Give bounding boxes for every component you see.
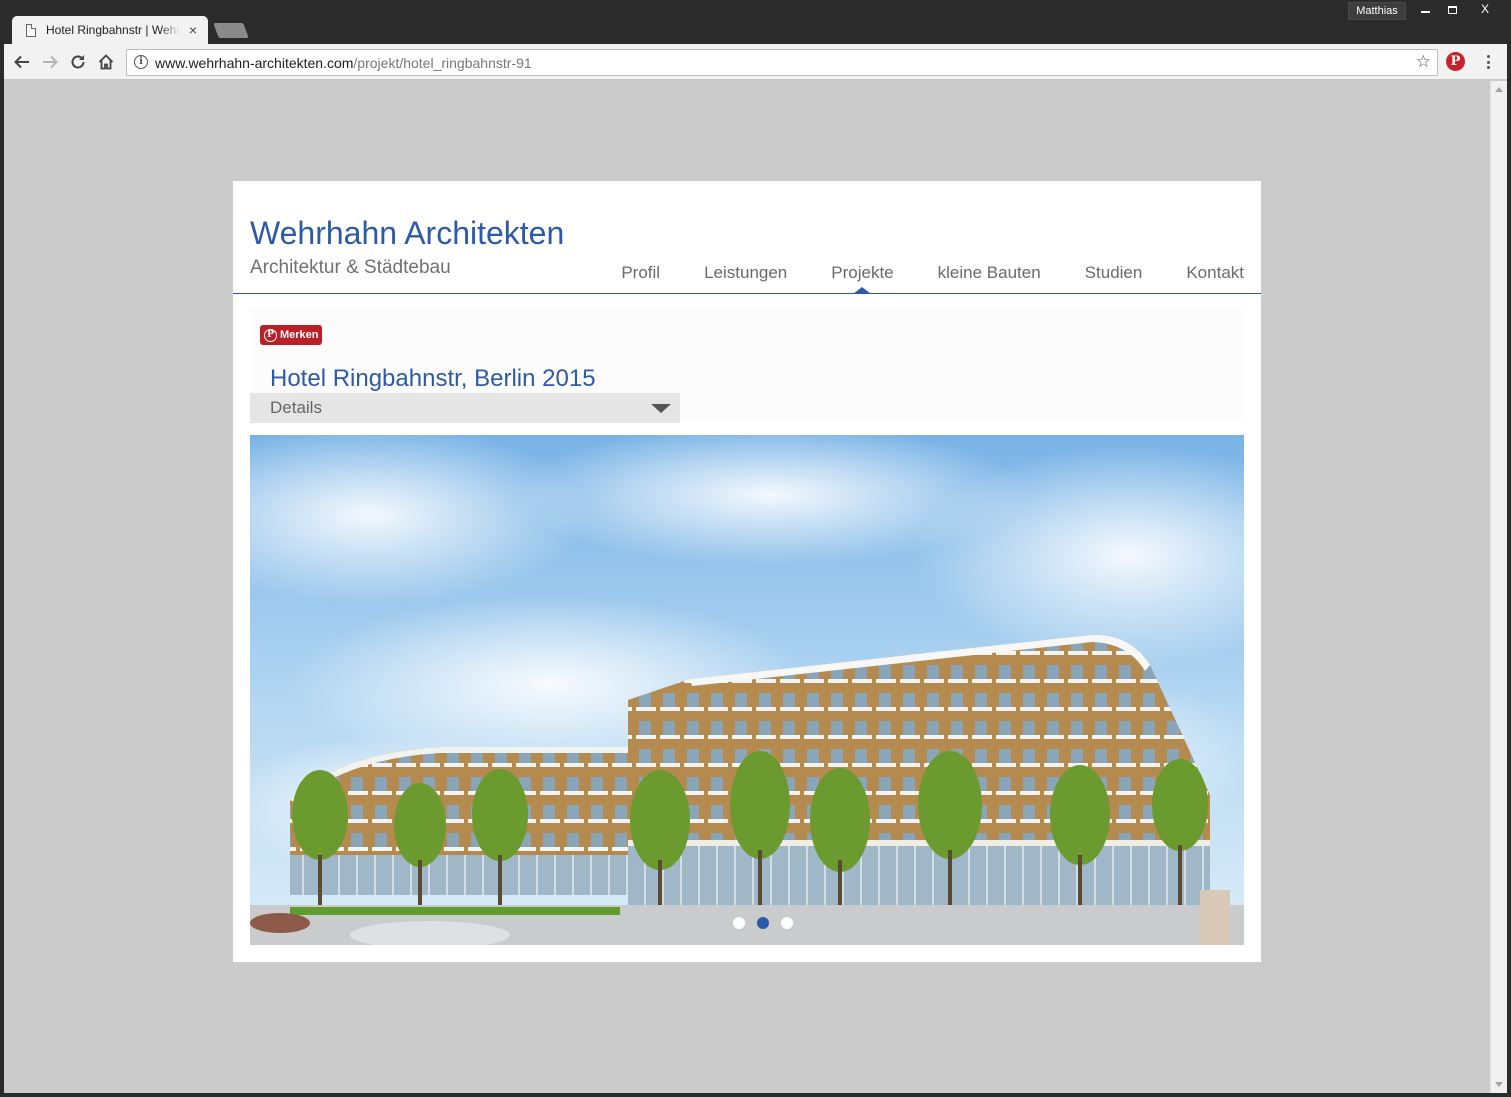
pinterest-icon: P [264,328,277,342]
save-button-label: Merken [280,329,319,341]
browser-titlebar: Hotel Ringbahnstr | Wehrhahn Architekten… [0,0,1511,44]
site-subtitle: Architektur & Städtebau [250,257,451,278]
nav-divider [233,293,1261,294]
nav-item-leistungen[interactable]: Leistungen [704,263,787,283]
details-label: Details [270,398,322,417]
page-icon [26,23,36,37]
arrow-right-icon [43,55,58,69]
browser-tab[interactable]: Hotel Ringbahnstr | Wehrhahn Architekten… [12,16,208,44]
nav-item-studien[interactable]: Studien [1085,263,1143,283]
slider-dot-3[interactable] [781,917,793,929]
nav-item-profil[interactable]: Profil [621,263,660,283]
page-container: Wehrhahn Architekten Architektur & Städt… [233,181,1261,962]
scroll-up-icon[interactable] [1495,87,1503,92]
star-icon[interactable]: ☆ [1416,52,1431,72]
maximize-button[interactable] [1437,0,1467,20]
slider-dot-2[interactable] [757,917,769,929]
scroll-down-icon[interactable] [1495,1082,1503,1087]
project-rendering-image [250,435,1244,945]
reload-button[interactable] [66,50,90,74]
nav-item-kleine-bauten[interactable]: kleine Bauten [938,263,1041,283]
new-tab-button[interactable] [213,23,249,38]
pinterest-icon[interactable]: P [1446,52,1465,71]
tab-title: Hotel Ringbahnstr | Wehrhahn Architekten [46,23,180,37]
window-border-right [1507,44,1511,1097]
minimize-icon [1420,10,1430,13]
project-title: Hotel Ringbahnstr, Berlin 2015 [270,365,596,392]
info-icon[interactable]: i [134,55,148,69]
forward-button[interactable] [38,50,62,74]
minimize-button[interactable] [1410,0,1440,20]
image-slider[interactable] [250,435,1244,945]
home-icon [98,54,114,70]
browser-toolbar: i www.wehrhahn-architekten.com/projekt/h… [0,44,1511,80]
reload-icon [71,55,85,69]
main-navigation: Profil Leistungen Projekte kleine Bauten… [577,263,1244,294]
nav-item-kontakt[interactable]: Kontakt [1186,263,1244,283]
vertical-scrollbar[interactable] [1490,81,1507,1093]
arrow-left-icon [14,55,29,69]
nav-item-projekte[interactable]: Projekte [831,263,894,294]
site-logo-title[interactable]: Wehrhahn Architekten [250,215,564,252]
kebab-menu-icon[interactable] [1480,52,1496,72]
pinterest-save-button[interactable]: P Merken [260,325,322,345]
details-toggle[interactable]: Details [250,393,680,423]
maximize-icon [1447,5,1457,14]
back-button[interactable] [10,50,34,74]
tab-close-icon[interactable]: × [186,22,200,38]
slider-dot-1[interactable] [733,917,745,929]
home-button[interactable] [94,50,118,74]
window-border-bottom [0,1093,1511,1097]
url-host: www.wehrhahn-architekten.com [155,55,354,71]
close-window-button[interactable]: X [1466,0,1504,20]
profile-button[interactable]: Matthias [1348,2,1406,20]
address-bar[interactable]: i www.wehrhahn-architekten.com/projekt/h… [126,49,1438,76]
window-border-left [0,44,4,1097]
url-path: /projekt/hotel_ringbahnstr-91 [353,55,532,71]
url-text[interactable]: www.wehrhahn-architekten.com/projekt/hot… [155,55,532,71]
chevron-down-icon [651,404,671,413]
